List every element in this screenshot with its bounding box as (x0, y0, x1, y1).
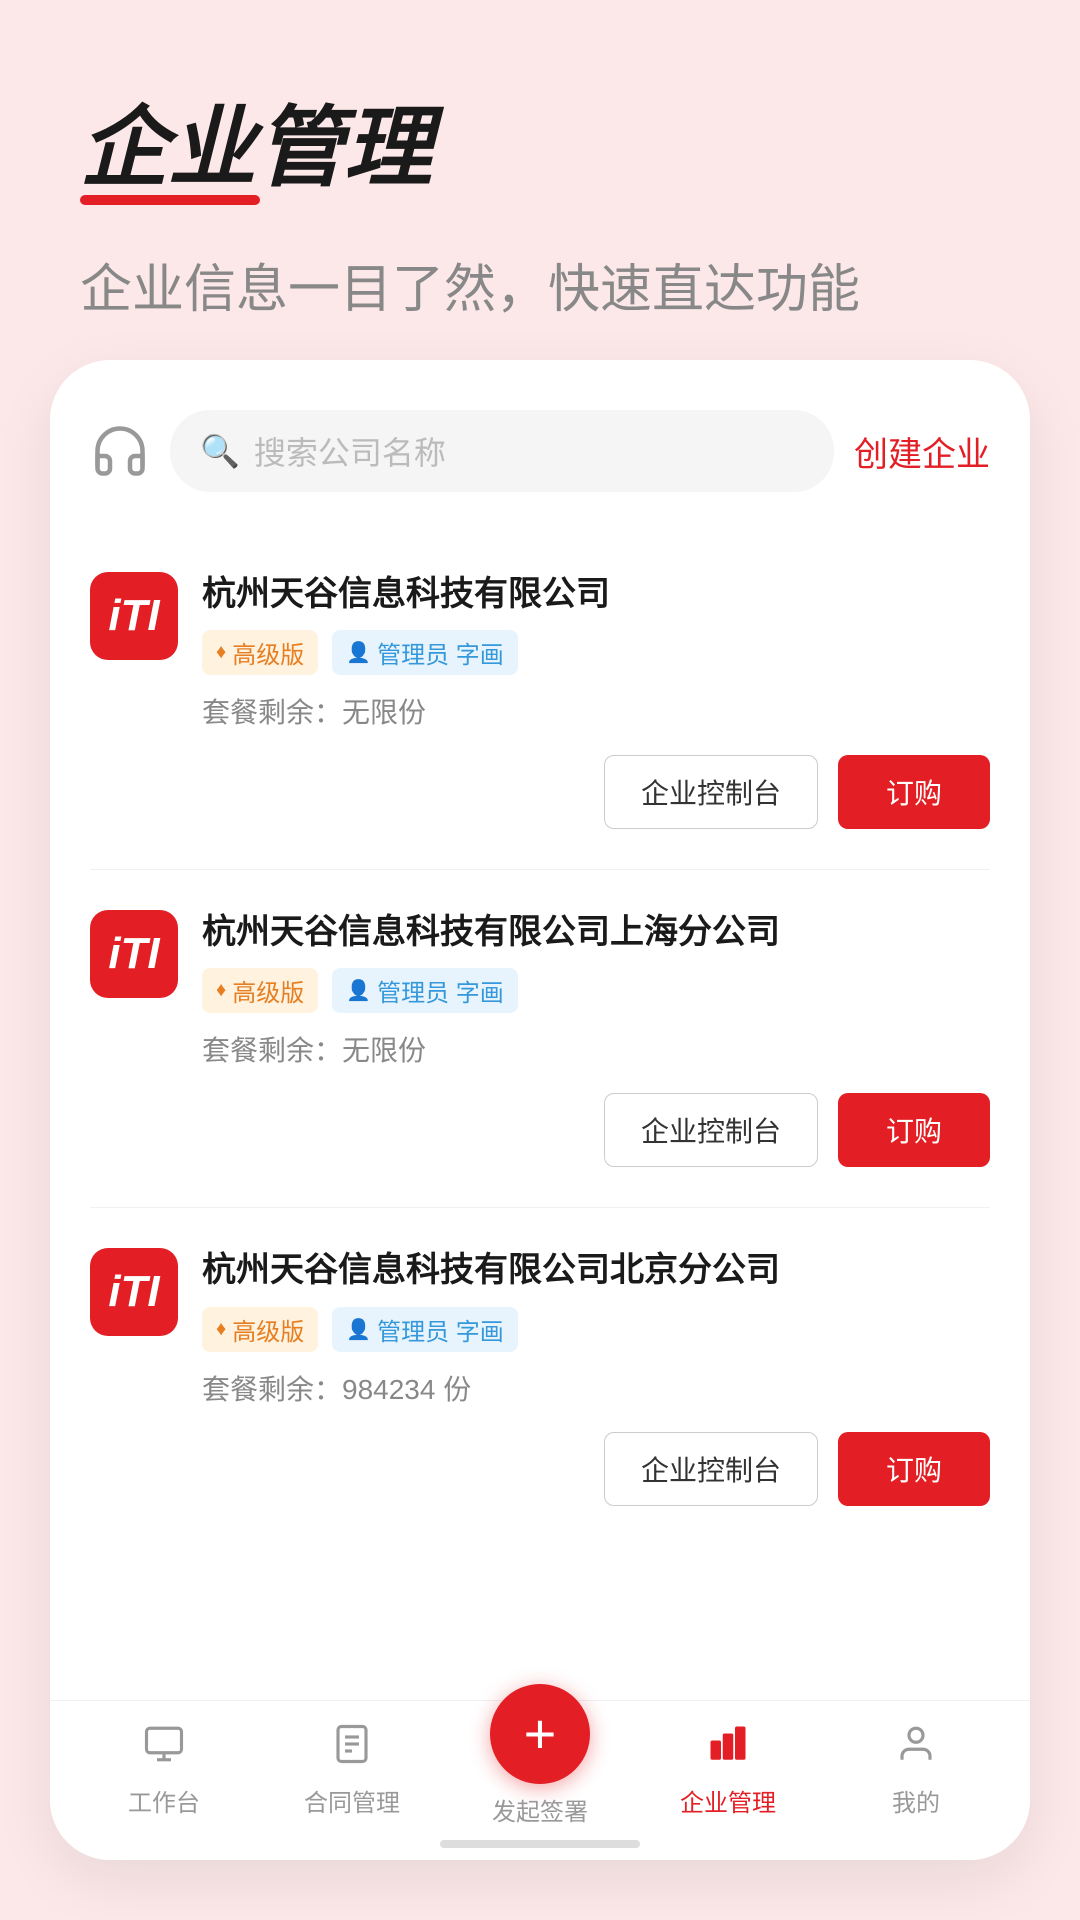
enterprise-icon (707, 1723, 749, 1775)
company-header-2: iTI 杭州天谷信息科技有限公司上海分公司 高级版 管理员 字画 (90, 910, 990, 1013)
company-header-3: iTI 杭州天谷信息科技有限公司北京分公司 高级版 管理员 字画 (90, 1248, 990, 1351)
logo-text-2: iTI (108, 929, 159, 979)
page-header: 企业管理 企业信息一目了然，快速直达功能 (0, 0, 1080, 362)
plus-icon: + (524, 1706, 557, 1762)
mine-icon (895, 1723, 937, 1775)
quota-info-1: 套餐剩余：无限份 (202, 691, 990, 731)
role-tag-1: 管理员 字画 (332, 630, 518, 675)
company-tags-1: 高级版 管理员 字画 (202, 630, 990, 675)
order-button-3[interactable]: 订购 (838, 1432, 990, 1506)
page-title: 企业管理 (80, 100, 432, 197)
order-button-2[interactable]: 订购 (838, 1093, 990, 1167)
search-icon: 🔍 (200, 432, 240, 470)
quota-info-3: 套餐剩余：984234 份 (202, 1368, 990, 1408)
control-panel-button-1[interactable]: 企业控制台 (604, 755, 818, 829)
control-panel-button-2[interactable]: 企业控制台 (604, 1093, 818, 1167)
company-actions-2: 企业控制台 订购 (90, 1093, 990, 1167)
company-logo-3: iTI (90, 1248, 178, 1336)
nav-label-sign: 发起签署 (492, 1792, 588, 1827)
create-enterprise-button[interactable]: 创建企业 (854, 427, 990, 476)
nav-item-contract[interactable]: 合同管理 (282, 1723, 422, 1818)
nav-label-mine: 我的 (892, 1783, 940, 1818)
tier-tag-1: 高级版 (202, 630, 318, 675)
sign-fab-button[interactable]: + (490, 1684, 590, 1784)
company-card: iTI 杭州天谷信息科技有限公司 高级版 管理员 字画 套餐剩余：无限份 企业控… (90, 532, 990, 870)
company-header-1: iTI 杭州天谷信息科技有限公司 高级版 管理员 字画 (90, 572, 990, 675)
nav-label-contract: 合同管理 (304, 1783, 400, 1818)
company-info-3: 杭州天谷信息科技有限公司北京分公司 高级版 管理员 字画 (202, 1248, 990, 1351)
company-actions-1: 企业控制台 订购 (90, 755, 990, 829)
nav-item-sign[interactable]: + 发起签署 (470, 1714, 610, 1827)
company-info-2: 杭州天谷信息科技有限公司上海分公司 高级版 管理员 字画 (202, 910, 990, 1013)
quota-info-2: 套餐剩余：无限份 (202, 1029, 990, 1069)
role-tag-2: 管理员 字画 (332, 968, 518, 1013)
home-indicator (440, 1840, 640, 1848)
company-card-2: iTI 杭州天谷信息科技有限公司上海分公司 高级版 管理员 字画 套餐剩余：无限… (90, 870, 990, 1208)
company-name-3: 杭州天谷信息科技有限公司北京分公司 (202, 1248, 990, 1292)
phone-content: 🔍 搜索公司名称 创建企业 iTI 杭州天谷信息科技有限公司 高级版 管理员 字 (50, 360, 1030, 1700)
tier-tag-2: 高级版 (202, 968, 318, 1013)
role-tag-3: 管理员 字画 (332, 1307, 518, 1352)
company-list: iTI 杭州天谷信息科技有限公司 高级版 管理员 字画 套餐剩余：无限份 企业控… (90, 532, 990, 1546)
phone-card: 🔍 搜索公司名称 创建企业 iTI 杭州天谷信息科技有限公司 高级版 管理员 字 (50, 360, 1030, 1860)
company-name-1: 杭州天谷信息科技有限公司 (202, 572, 990, 616)
company-actions-3: 企业控制台 订购 (90, 1432, 990, 1506)
search-placeholder: 搜索公司名称 (254, 428, 446, 474)
contract-icon (331, 1723, 373, 1775)
nav-item-workspace[interactable]: 工作台 (94, 1723, 234, 1818)
nav-item-enterprise[interactable]: 企业管理 (658, 1723, 798, 1818)
control-panel-button-3[interactable]: 企业控制台 (604, 1432, 818, 1506)
company-tags-2: 高级版 管理员 字画 (202, 968, 990, 1013)
tier-tag-3: 高级版 (202, 1307, 318, 1352)
page-subtitle: 企业信息一目了然，快速直达功能 (80, 247, 1000, 322)
company-logo-1: iTI (90, 572, 178, 660)
search-input-wrap[interactable]: 🔍 搜索公司名称 (170, 410, 834, 492)
order-button-1[interactable]: 订购 (838, 755, 990, 829)
search-bar: 🔍 搜索公司名称 创建企业 (90, 410, 990, 492)
company-logo-2: iTI (90, 910, 178, 998)
nav-label-workspace: 工作台 (128, 1783, 200, 1818)
headset-icon[interactable] (90, 421, 150, 481)
company-name-2: 杭州天谷信息科技有限公司上海分公司 (202, 910, 990, 954)
logo-text-3: iTI (108, 1267, 159, 1317)
company-tags-3: 高级版 管理员 字画 (202, 1307, 990, 1352)
company-info-1: 杭州天谷信息科技有限公司 高级版 管理员 字画 (202, 572, 990, 675)
workspace-icon (143, 1723, 185, 1775)
bottom-nav: 工作台 合同管理 + 发起签署 (50, 1700, 1030, 1860)
nav-item-mine[interactable]: 我的 (846, 1723, 986, 1818)
logo-text-1: iTI (108, 591, 159, 641)
nav-label-enterprise: 企业管理 (680, 1783, 776, 1818)
company-card-3: iTI 杭州天谷信息科技有限公司北京分公司 高级版 管理员 字画 套餐剩余：98… (90, 1208, 990, 1545)
